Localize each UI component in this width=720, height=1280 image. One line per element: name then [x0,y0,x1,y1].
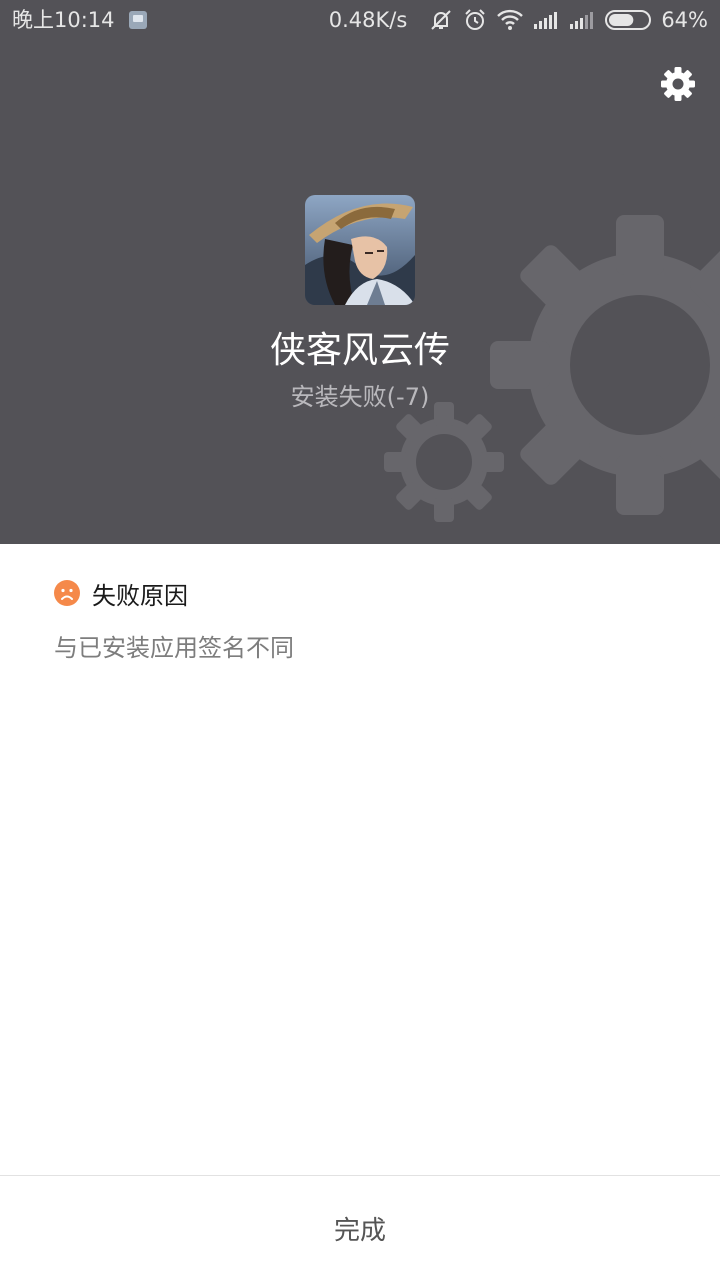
signal-icon [534,12,558,29]
install-status: 安装失败(-7) [290,383,430,411]
app-icon [305,195,415,305]
battery-icon [605,10,652,30]
bottom-action-bar: 完成 [0,1175,720,1280]
wifi-icon [497,9,524,30]
status-time: 晚上10:14 [12,8,115,32]
mute-vibrate-icon [431,10,452,30]
settings-button[interactable] [658,64,698,104]
install-result-screen: 晚上10:14 0.48K/s 64% 侠客风云传 安装失败(-7) 失败原因 … [0,0,720,1280]
alarm-icon [465,9,486,30]
small-gear-decoration-icon [384,402,504,522]
header-panel: 晚上10:14 0.48K/s 64% 侠客风云传 安装失败(-7) [0,0,720,544]
done-button[interactable]: 完成 [0,1176,720,1280]
failure-reason-title: 失败原因 [92,581,188,610]
notification-icon [128,11,147,29]
status-bar: 晚上10:14 0.48K/s 64% [0,0,720,40]
failure-reason-header: 失败原因 [54,576,188,610]
failure-reason-text: 与已安装应用签名不同 [54,634,294,662]
network-speed: 0.48K/s [328,8,408,32]
battery-percent: 64% [661,8,708,32]
signal-icon [570,12,594,29]
app-name: 侠客风云传 [269,330,450,371]
sad-face-icon [54,580,80,606]
gear-icon [661,67,695,101]
